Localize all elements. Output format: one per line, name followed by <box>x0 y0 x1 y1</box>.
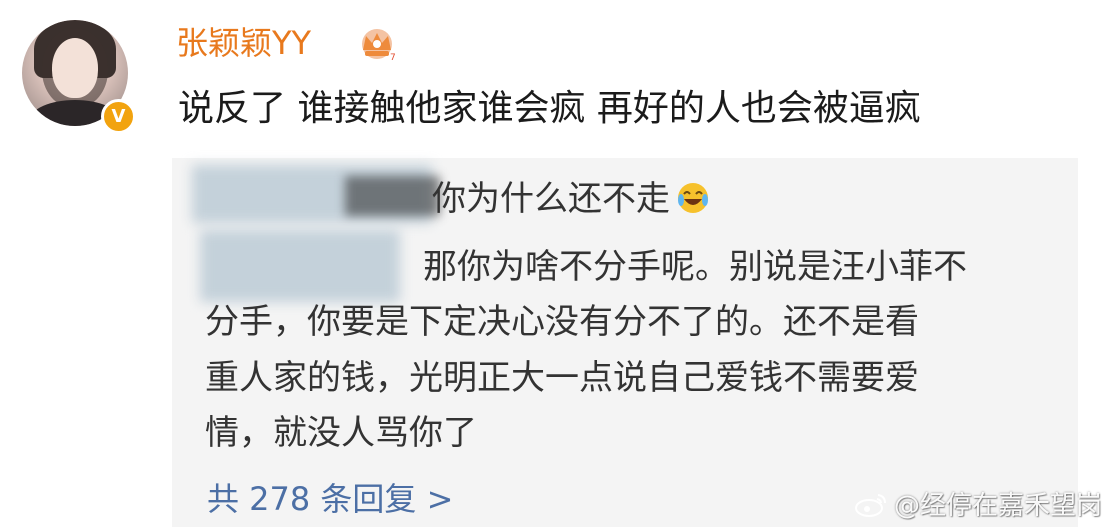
avatar-face <box>52 38 98 98</box>
reply-line: 分手，你要是下定决心没有分不了的。还不是看 <box>205 302 919 342</box>
reply-line-text: 你为什么还不走 <box>432 179 670 219</box>
redacted-name-blur <box>200 230 400 302</box>
crown-icon: 7 <box>362 29 396 62</box>
watermark-text: @经停在嘉禾望岗 <box>893 491 1102 521</box>
laughing-tears-emoji-icon <box>678 183 708 213</box>
reply-line: 重人家的钱，光明正大一点说自己爱钱不需要爱 <box>205 358 919 398</box>
redacted-name-blur <box>345 176 440 216</box>
reply-line: 你为什么还不走 <box>432 177 710 221</box>
reply-line: 情，就没人骂你了 <box>205 413 477 453</box>
username[interactable]: 张颖颖YY <box>176 23 311 63</box>
view-replies-link[interactable]: 共 278 条回复 > <box>207 478 453 520</box>
verified-badge-icon: V <box>101 99 136 134</box>
weibo-logo-icon <box>854 494 886 517</box>
svg-text:7: 7 <box>390 53 396 62</box>
watermark: @经停在嘉禾望岗 <box>854 489 1102 523</box>
comment-text: 说反了 谁接触他家谁会疯 再好的人也会被逼疯 <box>178 88 921 129</box>
reply-line: 那你为啥不分手呢。别说是汪小菲不 <box>423 247 967 287</box>
